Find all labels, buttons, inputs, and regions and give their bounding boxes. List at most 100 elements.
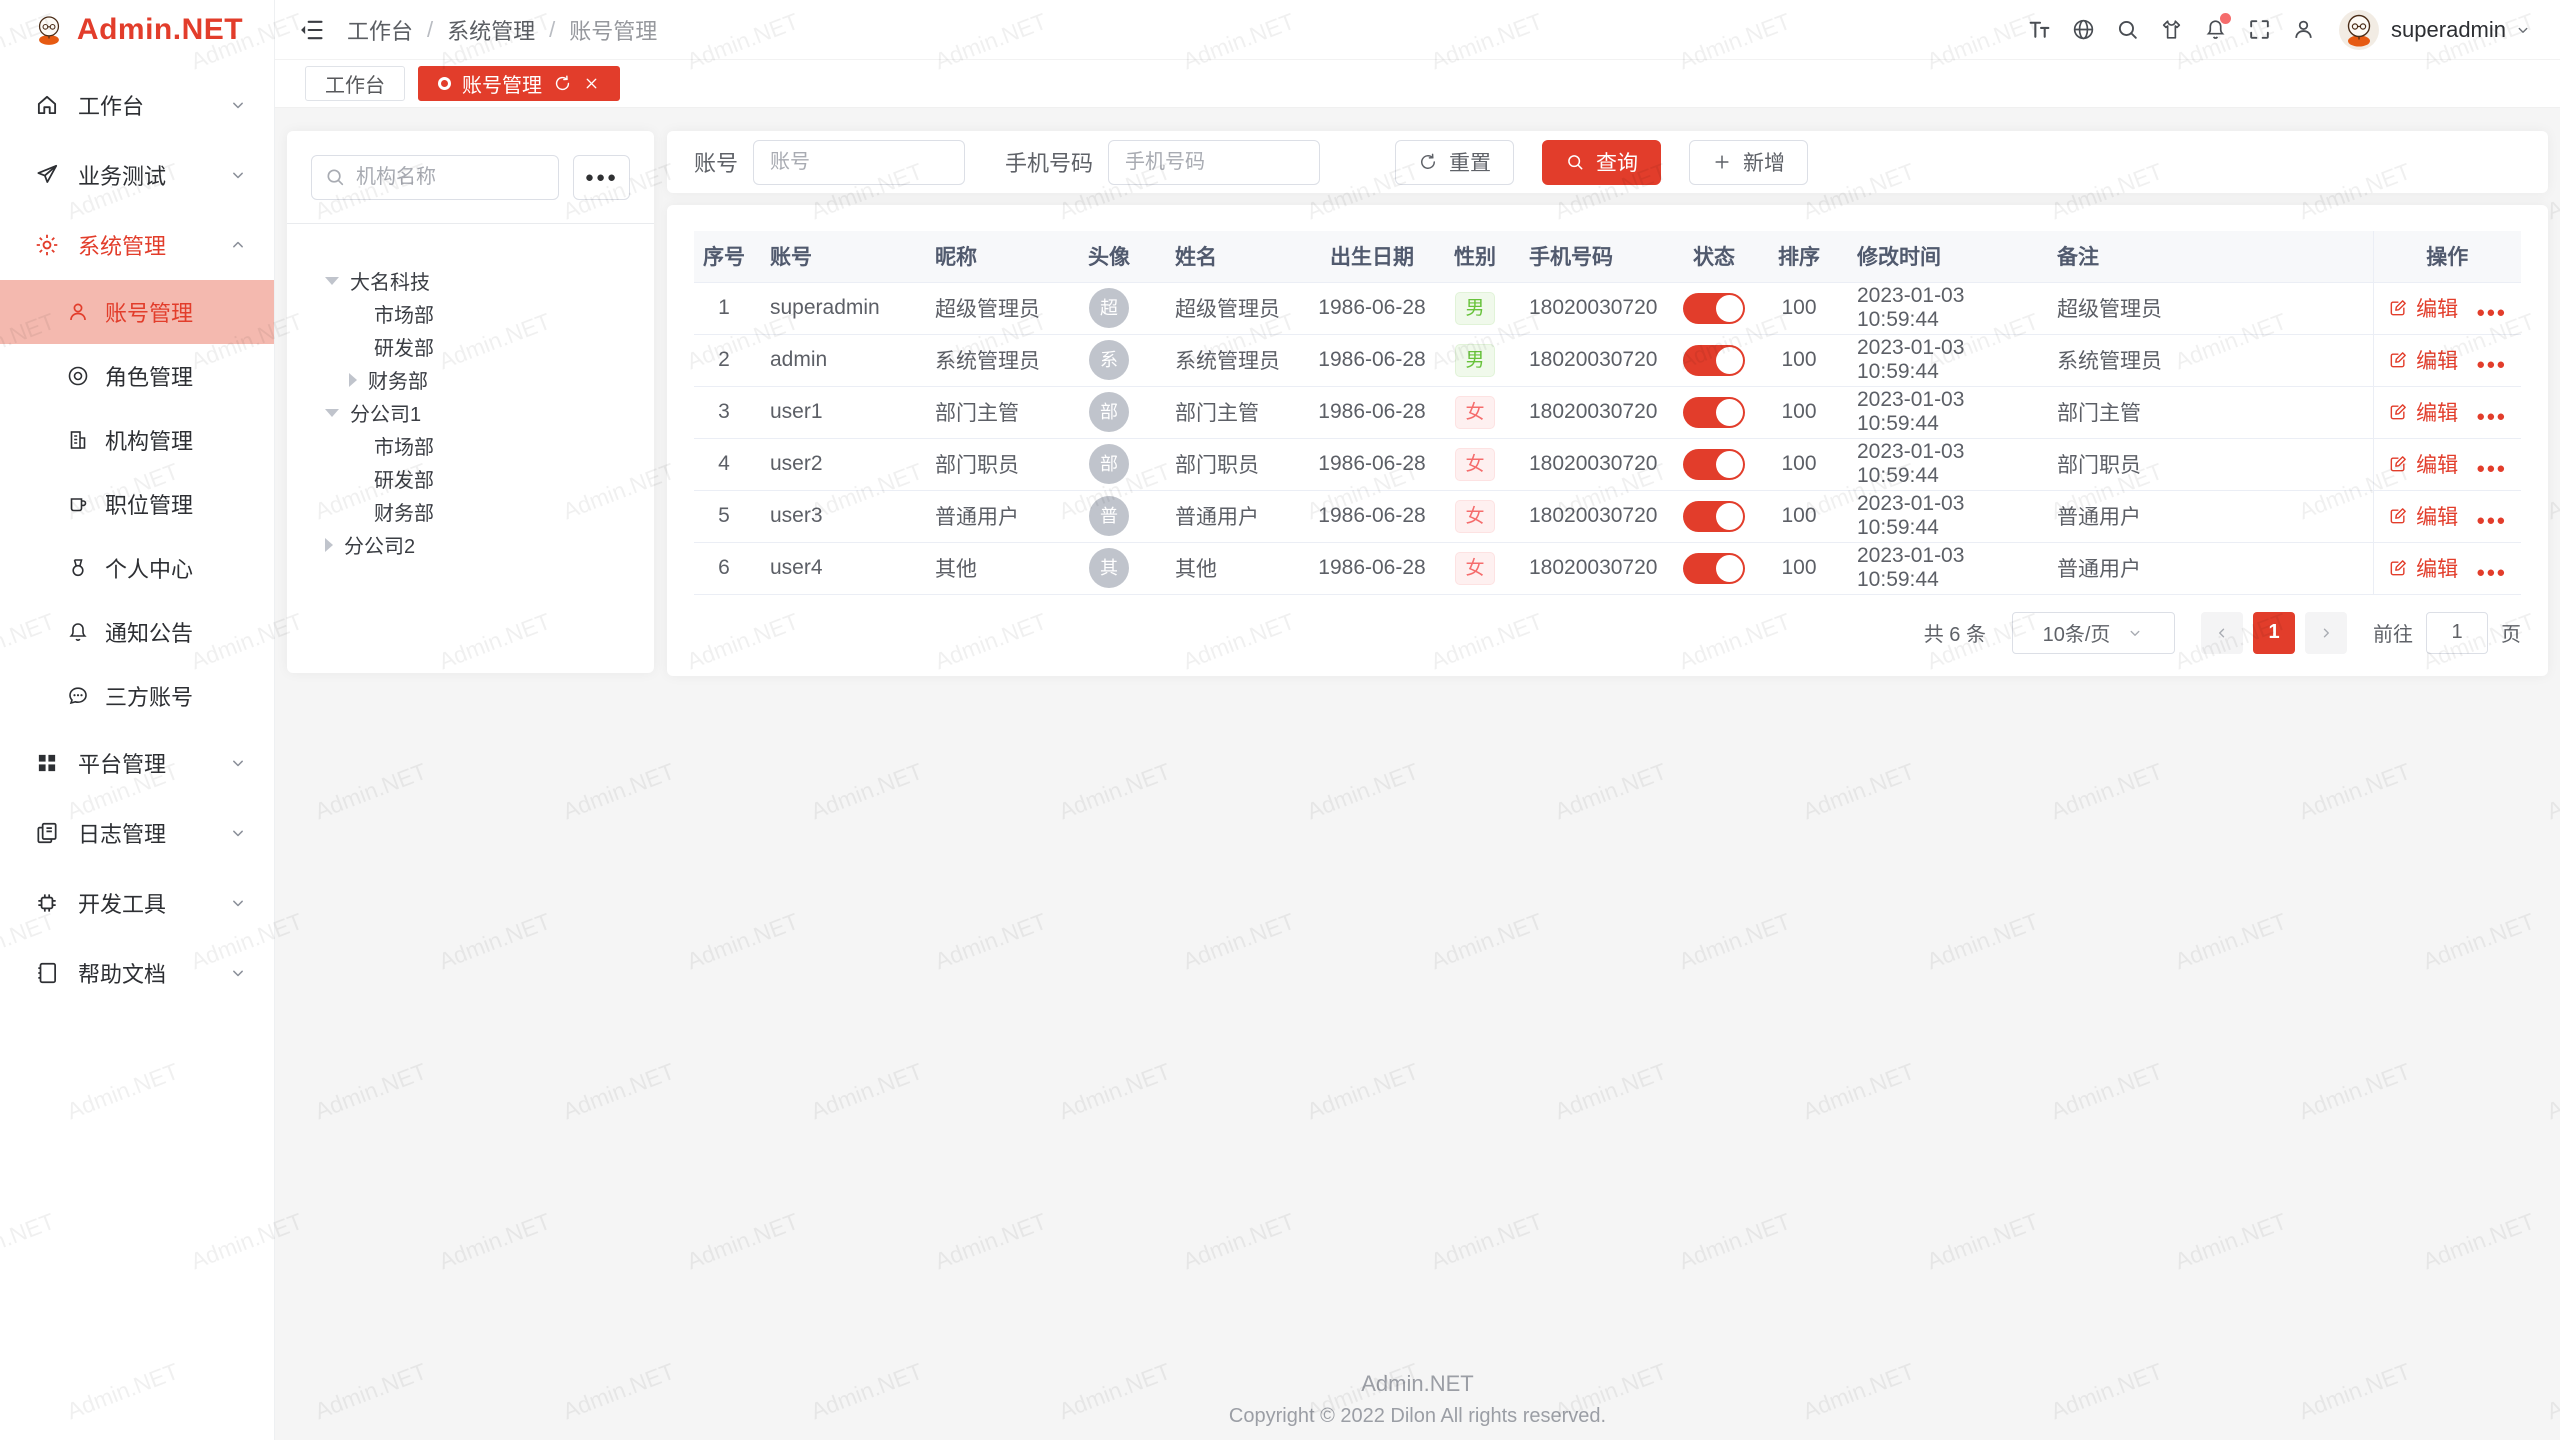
page-size-select[interactable]: 10条/页 xyxy=(2012,612,2175,654)
breadcrumb-separator: / xyxy=(549,17,555,43)
tree-node[interactable]: 财务部 xyxy=(287,363,644,396)
edit-button[interactable]: 编辑 xyxy=(2388,501,2458,531)
theme-button[interactable] xyxy=(2149,17,2193,42)
phone-filter-input[interactable] xyxy=(1108,140,1320,185)
sidebar-item-notice[interactable]: 通知公告 xyxy=(0,600,274,664)
row-more-button[interactable]: ●●● xyxy=(2476,564,2506,581)
language-button[interactable] xyxy=(2061,17,2105,42)
sidebar-item-platform-management[interactable]: 平台管理 xyxy=(0,728,274,798)
status-toggle[interactable] xyxy=(1683,553,1745,584)
status-toggle[interactable] xyxy=(1683,397,1745,428)
edit-button[interactable]: 编辑 xyxy=(2388,293,2458,323)
global-search-button[interactable] xyxy=(2105,17,2149,42)
status-toggle[interactable] xyxy=(1683,449,1745,480)
user-menu-chevron-icon[interactable] xyxy=(2514,21,2532,39)
notification-button[interactable] xyxy=(2193,17,2237,42)
next-page-button[interactable] xyxy=(2305,612,2347,654)
row-more-button[interactable]: ●●● xyxy=(2476,356,2506,373)
menu-fold-icon[interactable] xyxy=(297,16,325,44)
tree-node[interactable]: 市场部 xyxy=(287,297,644,330)
previous-page-button[interactable] xyxy=(2201,612,2243,654)
add-button[interactable]: 新增 xyxy=(1689,140,1808,185)
sidebar-item-label: 业务测试 xyxy=(78,159,166,191)
tree-node[interactable]: 市场部 xyxy=(287,429,644,462)
edit-button[interactable]: 编辑 xyxy=(2388,553,2458,583)
username[interactable]: superadmin xyxy=(2391,17,2506,43)
cell-phone: 18020030720 xyxy=(1513,282,1671,334)
edit-icon xyxy=(2388,350,2408,370)
profile-shortcut-button[interactable] xyxy=(2281,17,2325,42)
caret-collapsed-icon[interactable] xyxy=(349,373,357,387)
sidebar-item-label: 日志管理 xyxy=(78,817,166,849)
tab-close-icon[interactable] xyxy=(583,75,600,92)
page-number-current[interactable]: 1 xyxy=(2253,612,2295,654)
row-more-button[interactable]: ●●● xyxy=(2476,460,2506,477)
row-more-button[interactable]: ●●● xyxy=(2476,512,2506,529)
breadcrumb-item[interactable]: 系统管理 xyxy=(447,14,535,46)
edit-button-label: 编辑 xyxy=(2416,553,2458,583)
caret-expanded-icon[interactable] xyxy=(325,409,339,417)
cell-sort: 100 xyxy=(1757,282,1841,334)
org-search-input[interactable] xyxy=(311,155,559,200)
caret-collapsed-icon[interactable] xyxy=(325,538,333,552)
sidebar-item-business-test[interactable]: 业务测试 xyxy=(0,140,274,210)
fullscreen-icon xyxy=(2247,17,2272,42)
cell-index: 3 xyxy=(694,386,754,438)
tab-refresh-icon[interactable] xyxy=(553,74,572,93)
cell-account: superadmin xyxy=(754,282,919,334)
tree-node[interactable]: 大名科技 xyxy=(287,264,644,297)
tree-node[interactable]: 研发部 xyxy=(287,462,644,495)
sidebar-item-log-management[interactable]: 日志管理 xyxy=(0,798,274,868)
page-unit-label: 页 xyxy=(2501,618,2521,647)
edit-button[interactable]: 编辑 xyxy=(2388,345,2458,375)
sidebar-item-personal-center[interactable]: 个人中心 xyxy=(0,536,274,600)
cell-avatar: 部 xyxy=(1059,386,1159,438)
cell-nickname: 部门主管 xyxy=(919,386,1059,438)
tab-workbench[interactable]: 工作台 xyxy=(305,66,405,101)
cell-index: 6 xyxy=(694,542,754,594)
tree-node[interactable]: 研发部 xyxy=(287,330,644,363)
edit-button[interactable]: 编辑 xyxy=(2388,397,2458,427)
refresh-icon xyxy=(1418,152,1438,172)
sidebar-item-dev-tools[interactable]: 开发工具 xyxy=(0,868,274,938)
user-avatar[interactable] xyxy=(2339,10,2379,50)
status-toggle[interactable] xyxy=(1683,293,1745,324)
cell-avatar: 普 xyxy=(1059,490,1159,542)
status-toggle[interactable] xyxy=(1683,345,1745,376)
sidebar-item-account-management[interactable]: 账号管理 xyxy=(0,280,274,344)
tree-node[interactable]: 分公司2 xyxy=(287,528,644,561)
org-more-button[interactable]: ●●● xyxy=(573,155,630,200)
sidebar-item-help-docs[interactable]: 帮助文档 xyxy=(0,938,274,1008)
goto-page-input[interactable] xyxy=(2426,612,2488,654)
row-more-button[interactable]: ●●● xyxy=(2476,304,2506,321)
fullscreen-button[interactable] xyxy=(2237,17,2281,42)
sidebar-item-org-management[interactable]: 机构管理 xyxy=(0,408,274,472)
font-size-button[interactable] xyxy=(2017,17,2061,42)
edit-button[interactable]: 编辑 xyxy=(2388,449,2458,479)
reset-button[interactable]: 重置 xyxy=(1395,140,1514,185)
edit-button-label: 编辑 xyxy=(2416,501,2458,531)
cell-operations: 编辑 ●●● xyxy=(2373,438,2521,490)
chevron-down-icon xyxy=(2126,624,2144,642)
tab-account-management[interactable]: 账号管理 xyxy=(418,66,620,101)
query-button[interactable]: 查询 xyxy=(1542,140,1661,185)
sidebar-item-position-management[interactable]: 职位管理 xyxy=(0,472,274,536)
sidebar-item-role-management[interactable]: 角色管理 xyxy=(0,344,274,408)
row-more-button[interactable]: ●●● xyxy=(2476,408,2506,425)
account-filter-input[interactable] xyxy=(753,140,965,185)
column-header: 修改时间 xyxy=(1841,231,2041,282)
status-toggle[interactable] xyxy=(1683,501,1745,532)
cell-account: user4 xyxy=(754,542,919,594)
tree-node[interactable]: 分公司1 xyxy=(287,396,644,429)
caret-expanded-icon[interactable] xyxy=(325,277,339,285)
sidebar-item-workbench[interactable]: 工作台 xyxy=(0,70,274,140)
app-logo[interactable]: Admin.NET xyxy=(0,0,274,60)
query-button-label: 查询 xyxy=(1596,147,1638,177)
breadcrumb-item[interactable]: 工作台 xyxy=(347,14,413,46)
sidebar-item-system-management[interactable]: 系统管理 xyxy=(0,210,274,280)
row-avatar: 部 xyxy=(1089,444,1129,484)
sidebar-item-third-party-account[interactable]: 三方账号 xyxy=(0,664,274,728)
sidebar: Admin.NET 工作台 业务测试 系统管理 账号管理 xyxy=(0,0,275,1440)
cell-account: user2 xyxy=(754,438,919,490)
tree-node[interactable]: 财务部 xyxy=(287,495,644,528)
